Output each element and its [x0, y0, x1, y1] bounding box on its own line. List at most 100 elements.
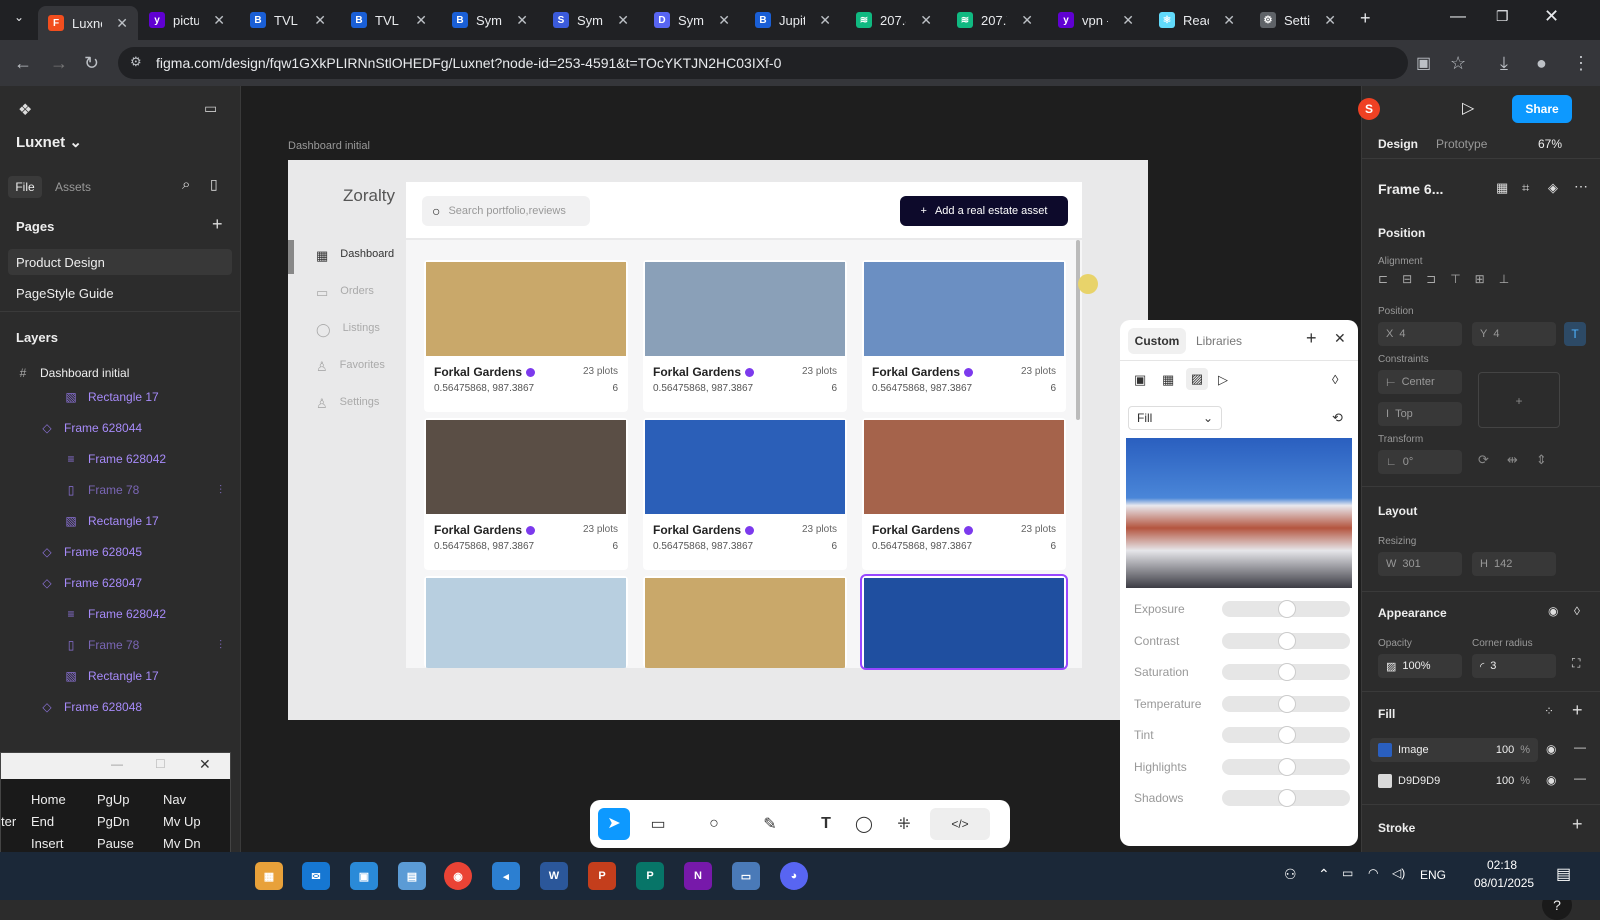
layer-row[interactable]: ▯ Frame 78 ⫶: [0, 630, 240, 660]
frame-tool-icon[interactable]: ▭: [646, 812, 670, 836]
share-button[interactable]: Share: [1512, 95, 1572, 123]
rotation-input[interactable]: ∟ 0°: [1378, 450, 1462, 474]
search-icon[interactable]: ⌕: [182, 176, 190, 193]
tab-close-icon[interactable]: ✕: [415, 12, 427, 29]
property-image[interactable]: [864, 578, 1064, 668]
actions-tool-icon[interactable]: ⁜: [892, 812, 916, 836]
add-style-icon[interactable]: +: [1306, 328, 1317, 349]
tab-custom[interactable]: Custom: [1128, 328, 1186, 354]
slider-highlights[interactable]: [1222, 757, 1350, 776]
sidebar-item-settings[interactable]: ♙ Settings: [316, 396, 379, 412]
browser-tab[interactable]: y picture ✕: [139, 6, 235, 34]
layer-row[interactable]: ◇ Frame 628045: [0, 537, 240, 567]
dashboard-frame[interactable]: Zoralty ▦ Dashboard ▭ Orders ◯ Listings ♙ Favor…: [288, 160, 1148, 720]
slider-knob[interactable]: [1278, 663, 1296, 681]
avatar[interactable]: S: [1358, 98, 1380, 120]
add-asset-button[interactable]: + Add a real estate asset: [900, 196, 1068, 226]
property-image[interactable]: [426, 262, 626, 356]
property-image[interactable]: [426, 578, 626, 668]
project-icon[interactable]: P: [636, 862, 664, 890]
slider-knob[interactable]: [1278, 631, 1296, 650]
tab-libraries[interactable]: Libraries: [1196, 334, 1242, 348]
tab-close-icon[interactable]: ✕: [819, 12, 831, 29]
property-card[interactable]: Forkal Gardens 23 plots 0.56475868, 987.38…: [643, 418, 847, 570]
vscode-icon[interactable]: ◂: [492, 862, 520, 890]
move-tool-icon[interactable]: ➤: [598, 808, 630, 840]
layer-row[interactable]: ◇ Frame 628048: [0, 692, 240, 722]
tab-search-icon[interactable]: ⌄: [8, 10, 30, 30]
property-image[interactable]: [864, 262, 1064, 356]
profile-icon[interactable]: ●: [1536, 53, 1547, 74]
browser-tab[interactable]: ⚙ Settin ✕: [1250, 6, 1346, 34]
chrome-icon[interactable]: ◉: [444, 862, 472, 890]
fill-visibility-icon[interactable]: ◉: [1546, 742, 1556, 756]
layer-row[interactable]: ◇ Frame 628047: [0, 568, 240, 598]
slider-knob[interactable]: [1278, 726, 1296, 744]
slider-knob[interactable]: [1278, 789, 1296, 807]
constraint-vertical[interactable]: I Top: [1378, 402, 1462, 426]
tab-close-icon[interactable]: ✕: [1324, 12, 1336, 29]
slider-shadows[interactable]: [1222, 789, 1350, 807]
text-tool-icon[interactable]: T: [814, 812, 838, 836]
tab-close-icon[interactable]: ✕: [1021, 12, 1033, 29]
dev-mode-toggle[interactable]: </>: [930, 808, 990, 840]
osk-close-icon[interactable]: ✕: [199, 756, 211, 773]
tab-close-icon[interactable]: ✕: [116, 15, 128, 32]
browser-tab[interactable]: S Symm ✕: [543, 6, 639, 34]
tab-close-icon[interactable]: ✕: [213, 12, 225, 29]
fill-row[interactable]: Image 100%: [1370, 738, 1538, 762]
layer-row[interactable]: ◇ Frame 628044: [0, 413, 240, 443]
slider-knob[interactable]: [1278, 757, 1296, 776]
people-icon[interactable]: ⚇: [1284, 866, 1297, 883]
flip-buttons[interactable]: ⟳ ⇹ ⇕: [1478, 452, 1547, 468]
new-tab-icon[interactable]: +: [1360, 8, 1371, 29]
volume-icon[interactable]: ◁): [1392, 866, 1405, 880]
constraint-horizontal[interactable]: ⊢ Center: [1378, 370, 1462, 394]
fill-visibility-icon[interactable]: ◉: [1546, 773, 1556, 787]
slider-knob[interactable]: [1278, 600, 1296, 618]
corner-radius-input[interactable]: ◜ 3: [1472, 654, 1556, 678]
download-icon[interactable]: ⤓: [1500, 53, 1508, 74]
browser-tab[interactable]: B Symm ✕: [442, 6, 538, 34]
component-icon[interactable]: ◈: [1548, 180, 1558, 196]
project-name[interactable]: Luxnet ⌄: [16, 133, 82, 151]
onenote-icon[interactable]: N: [684, 862, 712, 890]
osk-key[interactable]: Insert: [27, 833, 89, 853]
tray-chevron-icon[interactable]: ⌃: [1318, 866, 1330, 883]
image-fill-icon[interactable]: ▨: [1186, 368, 1208, 390]
page-item-style-guide[interactable]: PageStyle Guide: [16, 286, 114, 301]
slider-tint[interactable]: [1222, 726, 1350, 744]
fill-row[interactable]: D9D9D9 100%: [1370, 769, 1538, 793]
close-icon[interactable]: ✕: [1334, 330, 1346, 347]
figma-menu-icon[interactable]: ❖: [18, 100, 32, 120]
store-icon[interactable]: ▦: [255, 862, 283, 890]
page-item-product-design[interactable]: Product Design: [16, 255, 105, 270]
solid-fill-icon[interactable]: ▣: [1134, 372, 1146, 388]
image-preview[interactable]: [1126, 438, 1352, 588]
style-grid-icon[interactable]: ⁘: [1544, 704, 1554, 718]
grid-icon[interactable]: ▦: [1496, 180, 1508, 196]
slider-knob[interactable]: [1278, 694, 1296, 713]
tab-close-icon[interactable]: ✕: [516, 12, 528, 29]
property-card[interactable]: Forkal Gardens 23 plots 0.56475868, 987.38…: [643, 260, 847, 412]
browser-tab[interactable]: B TVL R ✕: [341, 6, 437, 34]
tab-active[interactable]: F Luxnet ✕: [38, 6, 138, 40]
tab-close-icon[interactable]: ✕: [718, 12, 730, 29]
browser-tab[interactable]: ⚛ React ✕: [1149, 6, 1245, 34]
minimize-icon[interactable]: —: [1450, 8, 1466, 26]
menu-icon[interactable]: ⋮: [1572, 53, 1590, 74]
sidebar-item-favorites[interactable]: ♙ Favorites: [316, 359, 385, 375]
scrollbar[interactable]: [1076, 240, 1080, 420]
wifi-icon[interactable]: ◠: [1368, 866, 1378, 880]
selected-property-card[interactable]: [860, 574, 1068, 670]
layer-row[interactable]: ≡ Frame 628042: [0, 599, 240, 629]
blend-mode-icon[interactable]: ◊: [1332, 372, 1338, 387]
tab-design[interactable]: Design: [1378, 137, 1418, 151]
visibility-icon[interactable]: ◉: [1548, 604, 1558, 618]
layer-row[interactable]: ≡ Frame 628042: [0, 444, 240, 474]
constraint-widget[interactable]: +: [1478, 372, 1560, 428]
property-card[interactable]: Forkal Gardens 23 plots 0.56475868, 987.38…: [424, 418, 628, 570]
slider-saturation[interactable]: [1222, 663, 1350, 681]
osk-key[interactable]: PgDn: [93, 811, 155, 831]
x-input[interactable]: X 4: [1378, 322, 1462, 346]
